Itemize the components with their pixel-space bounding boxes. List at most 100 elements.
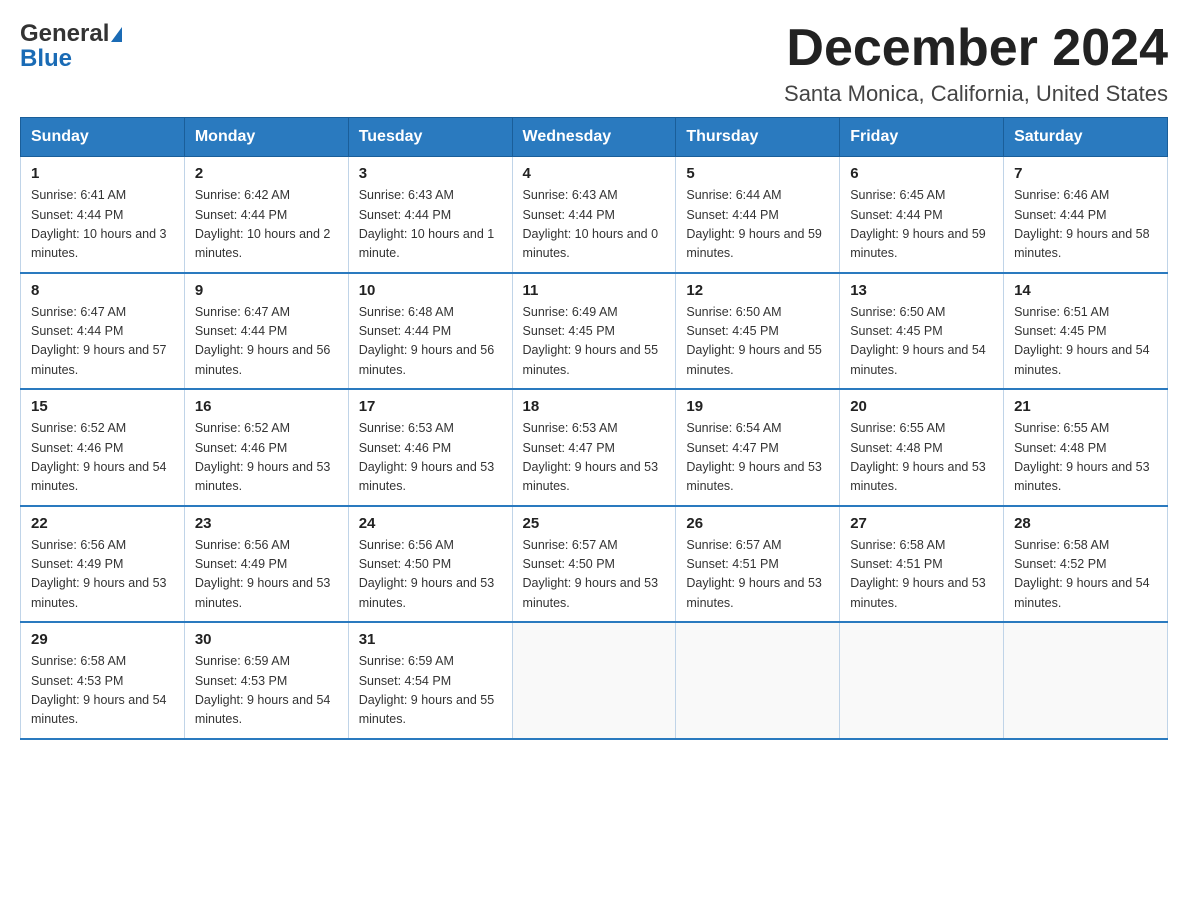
day-number: 10 xyxy=(359,282,502,299)
day-info: Sunrise: 6:54 AMSunset: 4:47 PMDaylight:… xyxy=(686,419,829,497)
day-number: 1 xyxy=(31,165,174,182)
col-friday: Friday xyxy=(840,118,1004,157)
day-info: Sunrise: 6:58 AMSunset: 4:53 PMDaylight:… xyxy=(31,652,174,730)
calendar-subtitle: Santa Monica, California, United States xyxy=(784,81,1168,107)
calendar-cell: 26 Sunrise: 6:57 AMSunset: 4:51 PMDaylig… xyxy=(676,506,840,623)
calendar-cell: 11 Sunrise: 6:49 AMSunset: 4:45 PMDaylig… xyxy=(512,273,676,390)
col-tuesday: Tuesday xyxy=(348,118,512,157)
day-number: 21 xyxy=(1014,398,1157,415)
calendar-cell: 30 Sunrise: 6:59 AMSunset: 4:53 PMDaylig… xyxy=(184,622,348,739)
day-info: Sunrise: 6:57 AMSunset: 4:50 PMDaylight:… xyxy=(523,536,666,614)
page-header: General Blue December 2024 Santa Monica,… xyxy=(20,20,1168,107)
calendar-header: Sunday Monday Tuesday Wednesday Thursday… xyxy=(21,118,1168,157)
week-row-3: 15 Sunrise: 6:52 AMSunset: 4:46 PMDaylig… xyxy=(21,389,1168,506)
day-info: Sunrise: 6:41 AMSunset: 4:44 PMDaylight:… xyxy=(31,186,174,264)
logo-general: General xyxy=(20,20,109,48)
day-info: Sunrise: 6:45 AMSunset: 4:44 PMDaylight:… xyxy=(850,186,993,264)
calendar-cell xyxy=(1004,622,1168,739)
calendar-cell: 5 Sunrise: 6:44 AMSunset: 4:44 PMDayligh… xyxy=(676,157,840,273)
day-number: 28 xyxy=(1014,515,1157,532)
calendar-cell: 31 Sunrise: 6:59 AMSunset: 4:54 PMDaylig… xyxy=(348,622,512,739)
day-number: 25 xyxy=(523,515,666,532)
calendar-cell: 6 Sunrise: 6:45 AMSunset: 4:44 PMDayligh… xyxy=(840,157,1004,273)
calendar-cell: 15 Sunrise: 6:52 AMSunset: 4:46 PMDaylig… xyxy=(21,389,185,506)
day-info: Sunrise: 6:57 AMSunset: 4:51 PMDaylight:… xyxy=(686,536,829,614)
calendar-cell: 28 Sunrise: 6:58 AMSunset: 4:52 PMDaylig… xyxy=(1004,506,1168,623)
day-info: Sunrise: 6:50 AMSunset: 4:45 PMDaylight:… xyxy=(850,303,993,381)
calendar-cell xyxy=(512,622,676,739)
calendar-cell: 17 Sunrise: 6:53 AMSunset: 4:46 PMDaylig… xyxy=(348,389,512,506)
calendar-cell: 2 Sunrise: 6:42 AMSunset: 4:44 PMDayligh… xyxy=(184,157,348,273)
calendar-table: Sunday Monday Tuesday Wednesday Thursday… xyxy=(20,117,1168,740)
week-row-2: 8 Sunrise: 6:47 AMSunset: 4:44 PMDayligh… xyxy=(21,273,1168,390)
calendar-cell: 20 Sunrise: 6:55 AMSunset: 4:48 PMDaylig… xyxy=(840,389,1004,506)
calendar-cell: 16 Sunrise: 6:52 AMSunset: 4:46 PMDaylig… xyxy=(184,389,348,506)
calendar-cell: 18 Sunrise: 6:53 AMSunset: 4:47 PMDaylig… xyxy=(512,389,676,506)
calendar-cell: 14 Sunrise: 6:51 AMSunset: 4:45 PMDaylig… xyxy=(1004,273,1168,390)
calendar-cell: 13 Sunrise: 6:50 AMSunset: 4:45 PMDaylig… xyxy=(840,273,1004,390)
calendar-cell: 8 Sunrise: 6:47 AMSunset: 4:44 PMDayligh… xyxy=(21,273,185,390)
day-number: 29 xyxy=(31,631,174,648)
day-info: Sunrise: 6:59 AMSunset: 4:53 PMDaylight:… xyxy=(195,652,338,730)
col-saturday: Saturday xyxy=(1004,118,1168,157)
day-info: Sunrise: 6:55 AMSunset: 4:48 PMDaylight:… xyxy=(850,419,993,497)
day-number: 27 xyxy=(850,515,993,532)
day-info: Sunrise: 6:52 AMSunset: 4:46 PMDaylight:… xyxy=(195,419,338,497)
day-info: Sunrise: 6:53 AMSunset: 4:46 PMDaylight:… xyxy=(359,419,502,497)
day-number: 8 xyxy=(31,282,174,299)
calendar-cell: 29 Sunrise: 6:58 AMSunset: 4:53 PMDaylig… xyxy=(21,622,185,739)
col-wednesday: Wednesday xyxy=(512,118,676,157)
day-number: 18 xyxy=(523,398,666,415)
calendar-cell: 19 Sunrise: 6:54 AMSunset: 4:47 PMDaylig… xyxy=(676,389,840,506)
logo-triangle xyxy=(111,27,122,42)
day-info: Sunrise: 6:46 AMSunset: 4:44 PMDaylight:… xyxy=(1014,186,1157,264)
calendar-title: December 2024 xyxy=(784,20,1168,77)
day-info: Sunrise: 6:49 AMSunset: 4:45 PMDaylight:… xyxy=(523,303,666,381)
logo: General Blue xyxy=(20,20,122,73)
day-number: 14 xyxy=(1014,282,1157,299)
day-info: Sunrise: 6:50 AMSunset: 4:45 PMDaylight:… xyxy=(686,303,829,381)
day-info: Sunrise: 6:51 AMSunset: 4:45 PMDaylight:… xyxy=(1014,303,1157,381)
day-info: Sunrise: 6:47 AMSunset: 4:44 PMDaylight:… xyxy=(195,303,338,381)
day-info: Sunrise: 6:56 AMSunset: 4:49 PMDaylight:… xyxy=(31,536,174,614)
day-info: Sunrise: 6:43 AMSunset: 4:44 PMDaylight:… xyxy=(359,186,502,264)
day-number: 6 xyxy=(850,165,993,182)
header-row: Sunday Monday Tuesday Wednesday Thursday… xyxy=(21,118,1168,157)
calendar-body: 1 Sunrise: 6:41 AMSunset: 4:44 PMDayligh… xyxy=(21,157,1168,739)
day-info: Sunrise: 6:53 AMSunset: 4:47 PMDaylight:… xyxy=(523,419,666,497)
calendar-cell: 4 Sunrise: 6:43 AMSunset: 4:44 PMDayligh… xyxy=(512,157,676,273)
week-row-4: 22 Sunrise: 6:56 AMSunset: 4:49 PMDaylig… xyxy=(21,506,1168,623)
day-info: Sunrise: 6:44 AMSunset: 4:44 PMDaylight:… xyxy=(686,186,829,264)
calendar-cell: 3 Sunrise: 6:43 AMSunset: 4:44 PMDayligh… xyxy=(348,157,512,273)
calendar-cell: 24 Sunrise: 6:56 AMSunset: 4:50 PMDaylig… xyxy=(348,506,512,623)
day-number: 24 xyxy=(359,515,502,532)
calendar-cell: 27 Sunrise: 6:58 AMSunset: 4:51 PMDaylig… xyxy=(840,506,1004,623)
day-number: 7 xyxy=(1014,165,1157,182)
calendar-cell: 25 Sunrise: 6:57 AMSunset: 4:50 PMDaylig… xyxy=(512,506,676,623)
week-row-5: 29 Sunrise: 6:58 AMSunset: 4:53 PMDaylig… xyxy=(21,622,1168,739)
day-info: Sunrise: 6:56 AMSunset: 4:50 PMDaylight:… xyxy=(359,536,502,614)
calendar-cell: 21 Sunrise: 6:55 AMSunset: 4:48 PMDaylig… xyxy=(1004,389,1168,506)
day-number: 13 xyxy=(850,282,993,299)
calendar-cell: 7 Sunrise: 6:46 AMSunset: 4:44 PMDayligh… xyxy=(1004,157,1168,273)
day-number: 9 xyxy=(195,282,338,299)
day-info: Sunrise: 6:58 AMSunset: 4:51 PMDaylight:… xyxy=(850,536,993,614)
calendar-cell xyxy=(840,622,1004,739)
calendar-cell: 10 Sunrise: 6:48 AMSunset: 4:44 PMDaylig… xyxy=(348,273,512,390)
day-info: Sunrise: 6:42 AMSunset: 4:44 PMDaylight:… xyxy=(195,186,338,264)
day-number: 2 xyxy=(195,165,338,182)
day-number: 22 xyxy=(31,515,174,532)
col-thursday: Thursday xyxy=(676,118,840,157)
calendar-cell: 23 Sunrise: 6:56 AMSunset: 4:49 PMDaylig… xyxy=(184,506,348,623)
col-sunday: Sunday xyxy=(21,118,185,157)
day-info: Sunrise: 6:58 AMSunset: 4:52 PMDaylight:… xyxy=(1014,536,1157,614)
week-row-1: 1 Sunrise: 6:41 AMSunset: 4:44 PMDayligh… xyxy=(21,157,1168,273)
day-info: Sunrise: 6:56 AMSunset: 4:49 PMDaylight:… xyxy=(195,536,338,614)
day-number: 12 xyxy=(686,282,829,299)
day-number: 30 xyxy=(195,631,338,648)
day-number: 23 xyxy=(195,515,338,532)
day-info: Sunrise: 6:47 AMSunset: 4:44 PMDaylight:… xyxy=(31,303,174,381)
day-info: Sunrise: 6:48 AMSunset: 4:44 PMDaylight:… xyxy=(359,303,502,381)
day-number: 17 xyxy=(359,398,502,415)
day-number: 15 xyxy=(31,398,174,415)
